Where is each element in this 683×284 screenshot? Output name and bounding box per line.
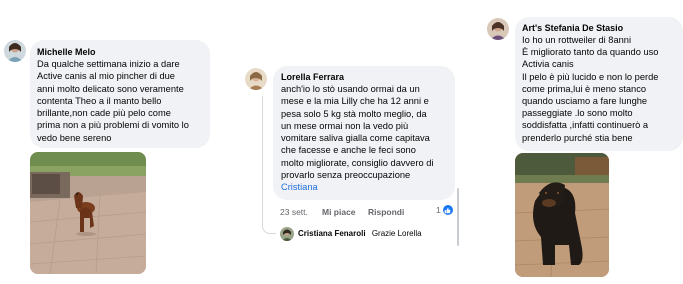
reply-button[interactable]: Rispondi (368, 207, 404, 217)
comment-bubble-michelle: Michelle Melo Da qualche settimana inizi… (30, 40, 210, 148)
comment-bubble-lorella: Lorella Ferrara anch'io lo stò usando or… (273, 66, 455, 200)
comment-text: anch'io lo stò usando ormai da un mese e… (281, 84, 434, 181)
reply-thread-line (262, 96, 276, 234)
reply-text: Grazie Lorella (371, 229, 422, 238)
reply-author[interactable]: Cristiana Fenaroli (298, 229, 366, 238)
comment-author[interactable]: Art's Stefania De Stasio (522, 22, 623, 34)
mention-link[interactable]: Cristiana (281, 181, 455, 193)
comment-timestamp[interactable]: 23 sett. (280, 207, 308, 217)
woman-profile-avatar-icon (280, 227, 294, 241)
commenter-avatar-michelle[interactable] (4, 40, 26, 62)
thumbs-up-icon (442, 205, 453, 215)
comment-photo-stefania[interactable] (515, 153, 609, 277)
reaction-count: 1 (436, 205, 441, 215)
reply-avatar-cristiana[interactable] (280, 227, 294, 241)
reply-item: Cristiana Fenaroli Grazie Lorella (298, 229, 422, 238)
comment-bubble-stefania: Art's Stefania De Stasio Io ho un rottwe… (515, 17, 683, 151)
reply-scrollbar[interactable] (457, 188, 459, 246)
comment-text: Io ho un rottweiler di 8anni È migliorat… (522, 35, 659, 143)
woman-profile-avatar-icon (487, 18, 509, 40)
commenter-avatar-stefania[interactable] (487, 18, 509, 40)
woman-profile-avatar-icon (245, 68, 267, 90)
rottweiler-in-garden-photo-icon (515, 153, 609, 277)
comment-author[interactable]: Michelle Melo (37, 46, 96, 58)
reaction-count-badge[interactable]: 1 (436, 205, 453, 215)
comment-author[interactable]: Lorella Ferrara (281, 71, 344, 83)
dog-on-pavement-photo-icon (30, 152, 146, 274)
commenter-avatar-lorella[interactable] (245, 68, 267, 90)
like-button[interactable]: Mi piace (322, 207, 356, 217)
woman-profile-avatar-icon (4, 40, 26, 62)
comment-text: Da qualche settimana inizio a dare Activ… (37, 59, 189, 143)
comment-actions-lorella: 23 sett. Mi piace Rispondi (280, 207, 460, 219)
comment-photo-michelle[interactable] (30, 152, 146, 274)
